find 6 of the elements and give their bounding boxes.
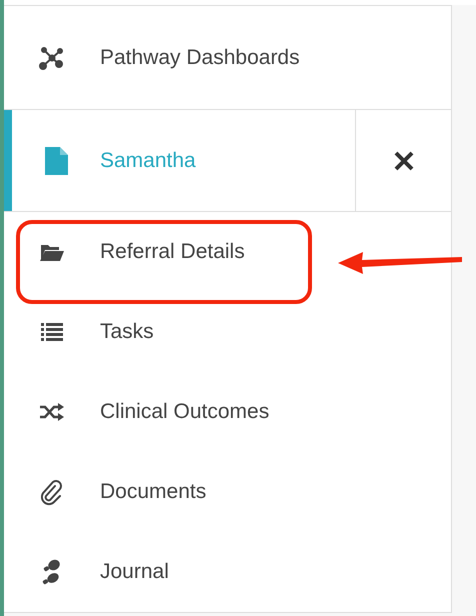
menu-item[interactable]: Tasks: [100, 320, 154, 344]
menu-item[interactable]: Clinical Outcomes: [100, 400, 270, 424]
menu-item[interactable]: Documents: [100, 480, 206, 504]
menu-item[interactable]: Referral Details: [100, 240, 245, 264]
menu-item[interactable]: Journal: [100, 560, 169, 584]
nav-label: Pathway Dashboards: [100, 46, 300, 70]
